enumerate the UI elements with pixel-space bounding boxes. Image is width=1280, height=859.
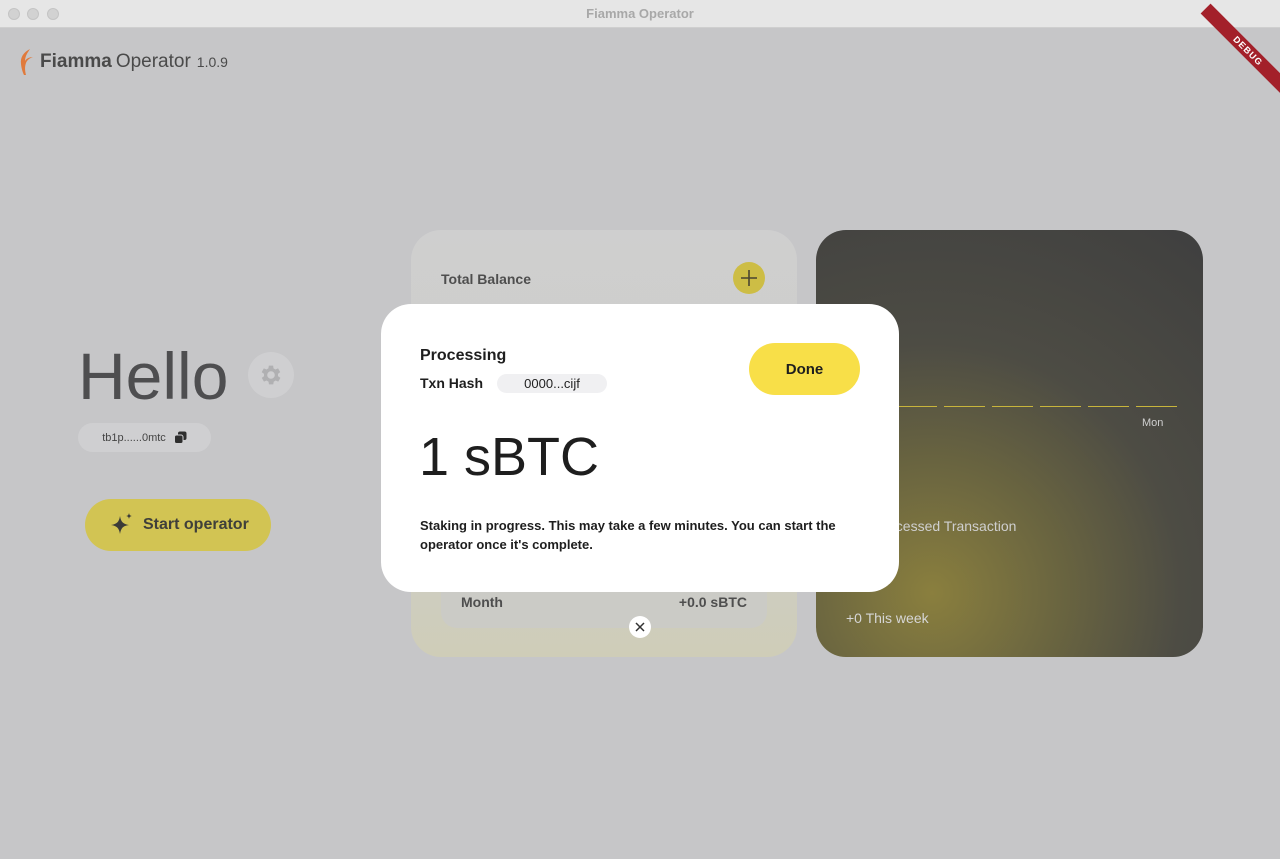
month-value: +0.0 sBTC	[678, 594, 747, 610]
modal-message: Staking in progress. This may take a few…	[420, 518, 836, 552]
processing-modal: Processing Txn Hash 0000...cijf Done 1 s…	[381, 304, 899, 592]
sparkle-icon	[111, 513, 132, 534]
flame-logo-icon	[20, 49, 33, 75]
stake-amount: 1 sBTC	[419, 427, 600, 487]
weekly-count: +0 This week	[846, 610, 929, 626]
window-title: Fiamma Operator	[586, 6, 694, 21]
chart-day-label: Mon	[1142, 417, 1164, 429]
app-logo: Fiamma Operator 1.0.9	[18, 48, 228, 76]
plus-icon	[741, 270, 757, 286]
gear-icon	[261, 365, 281, 385]
start-operator-label: Start operator	[143, 516, 249, 533]
chart-baseline	[896, 406, 1177, 407]
logo-name: Fiamma	[40, 51, 112, 72]
add-balance-button[interactable]	[733, 262, 765, 294]
chart-dash	[896, 406, 937, 407]
done-button[interactable]: Done	[749, 343, 860, 395]
chart-dash	[944, 406, 985, 407]
processed-transaction-label: ocessed Transaction	[888, 518, 1017, 534]
txn-hash-value[interactable]: 0000...cijf	[497, 374, 607, 393]
wallet-address: tb1p......0mtc	[102, 431, 166, 444]
month-label: Month	[461, 594, 503, 610]
balance-title: Total Balance	[441, 271, 531, 287]
txn-hash-label: Txn Hash	[420, 375, 484, 391]
chart-dash	[1136, 406, 1177, 407]
logo-product: Operator	[115, 51, 191, 72]
chart-dash	[1040, 406, 1081, 407]
modal-title: Processing	[420, 347, 507, 364]
close-icon	[635, 622, 645, 632]
start-operator-button[interactable]: Start operator	[85, 499, 271, 551]
chart-dash	[992, 406, 1033, 407]
window-titlebar: Fiamma Operator	[0, 0, 1280, 28]
settings-button[interactable]	[248, 352, 294, 398]
wallet-address-chip[interactable]: tb1p......0mtc	[78, 423, 211, 452]
greeting-heading: Hello	[78, 339, 229, 413]
app-version: 1.0.9	[196, 54, 228, 70]
copy-icon[interactable]	[173, 431, 187, 444]
chart-dash	[1088, 406, 1129, 407]
close-modal-button[interactable]	[629, 616, 651, 638]
